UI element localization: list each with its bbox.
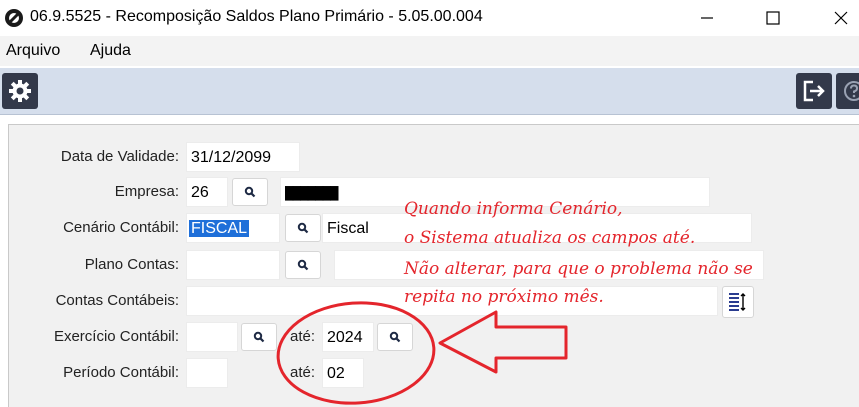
annotation-overlay bbox=[276, 301, 568, 405]
annotation-arrow bbox=[438, 310, 568, 374]
annotation-circle bbox=[276, 301, 436, 405]
